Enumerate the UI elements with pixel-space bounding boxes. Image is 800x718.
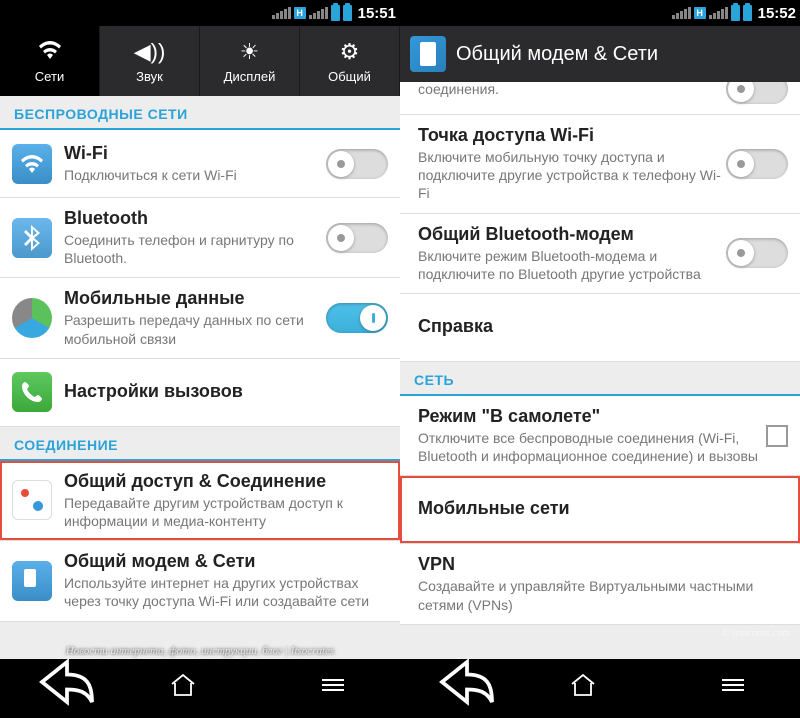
tab-label: Звук bbox=[136, 69, 163, 84]
item-subtitle: Используйте интернет на других устройств… bbox=[64, 574, 388, 610]
navigation-bar bbox=[0, 659, 400, 711]
mobile-data-toggle[interactable] bbox=[326, 303, 388, 333]
tab-sound[interactable]: ◀)) Звук bbox=[100, 26, 200, 96]
hotspot-toggle[interactable] bbox=[726, 149, 788, 179]
settings-tabs: Сети ◀)) Звук ☀ Дисплей ⚙ Общий bbox=[0, 26, 400, 96]
brightness-icon: ☀ bbox=[240, 39, 260, 65]
signal-icon-2 bbox=[309, 8, 328, 19]
item-subtitle: Включите режим Bluetooth-модема и подклю… bbox=[418, 247, 726, 283]
tab-label: Сети bbox=[35, 69, 64, 84]
status-time: 15:51 bbox=[358, 5, 396, 22]
tab-label: Общий bbox=[328, 69, 371, 84]
settings-list[interactable]: БЕСПРОВОДНЫЕ СЕТИ Wi-Fi Подключиться к с… bbox=[0, 96, 400, 659]
item-bt-modem[interactable]: Общий Bluetooth-модем Включите режим Blu… bbox=[400, 214, 800, 294]
airplane-checkbox[interactable] bbox=[766, 425, 788, 447]
tab-display[interactable]: ☀ Дисплей bbox=[200, 26, 300, 96]
network-h-icon: H bbox=[294, 7, 306, 19]
wifi-icon bbox=[12, 144, 52, 184]
phone-icon bbox=[12, 372, 52, 412]
home-button[interactable] bbox=[170, 672, 230, 698]
item-title: Режим "В самолете" bbox=[418, 406, 766, 427]
item-subtitle: соединения. bbox=[418, 82, 726, 98]
signal-icon bbox=[672, 8, 691, 19]
item-airplane-mode[interactable]: Режим "В самолете" Отключите все беспров… bbox=[400, 396, 800, 476]
bluetooth-toggle[interactable] bbox=[326, 223, 388, 253]
item-subtitle: Отключите все беспроводные соединения (W… bbox=[418, 429, 766, 465]
item-title: VPN bbox=[418, 554, 788, 575]
status-time: 15:52 bbox=[758, 5, 796, 22]
bluetooth-icon bbox=[12, 218, 52, 258]
usb-toggle[interactable] bbox=[726, 82, 788, 104]
signal-icon bbox=[272, 8, 291, 19]
item-title: Настройки вызовов bbox=[64, 381, 388, 402]
back-button[interactable] bbox=[37, 652, 97, 718]
item-title: Общий модем & Сети bbox=[64, 551, 388, 572]
item-subtitle: Создавайте и управляйте Виртуальными час… bbox=[418, 577, 788, 613]
home-button[interactable] bbox=[570, 672, 630, 698]
item-title: Точка доступа Wi-Fi bbox=[418, 125, 726, 146]
watermark: Новости интернета, фото, инструкции, бло… bbox=[0, 645, 400, 657]
item-title: Мобильные данные bbox=[64, 288, 326, 309]
back-button[interactable] bbox=[437, 652, 497, 718]
tab-networks[interactable]: Сети bbox=[0, 26, 100, 96]
share-icon bbox=[12, 480, 52, 520]
item-share-connect[interactable]: Общий доступ & Соединение Передавайте др… bbox=[0, 461, 400, 541]
screen-header: Общий модем & Сети bbox=[400, 26, 800, 82]
item-mobile-data[interactable]: Мобильные данные Разрешить передачу данн… bbox=[0, 278, 400, 358]
section-connection: СОЕДИНЕНИЕ bbox=[0, 427, 400, 461]
tab-general[interactable]: ⚙ Общий bbox=[300, 26, 400, 96]
tethering-icon bbox=[12, 561, 52, 601]
signal-icon-2 bbox=[709, 8, 728, 19]
item-wifi[interactable]: Wi-Fi Подключиться к сети Wi-Fi bbox=[0, 130, 400, 198]
menu-button[interactable] bbox=[703, 679, 763, 691]
status-bar: H 15:52 bbox=[400, 0, 800, 26]
item-title: Bluetooth bbox=[64, 208, 326, 229]
settings-list[interactable]: соединения. Точка доступа Wi-Fi Включите… bbox=[400, 82, 800, 659]
watermark-copyright: © itsocrates.com bbox=[722, 628, 790, 639]
item-wifi-hotspot[interactable]: Точка доступа Wi-Fi Включите мобильную т… bbox=[400, 115, 800, 214]
network-h-icon: H bbox=[694, 7, 706, 19]
bt-modem-toggle[interactable] bbox=[726, 238, 788, 268]
item-vpn[interactable]: VPN Создавайте и управляйте Виртуальными… bbox=[400, 544, 800, 624]
item-title: Общий доступ & Соединение bbox=[64, 471, 388, 492]
item-usb-tether-cut[interactable]: соединения. bbox=[400, 82, 800, 115]
item-call-settings[interactable]: Настройки вызовов bbox=[0, 359, 400, 427]
section-wireless: БЕСПРОВОДНЫЕ СЕТИ bbox=[0, 96, 400, 130]
battery-icon-2 bbox=[743, 5, 752, 21]
item-title: Общий Bluetooth-модем bbox=[418, 224, 726, 245]
item-title: Справка bbox=[418, 316, 788, 337]
tethering-icon bbox=[410, 36, 446, 72]
battery-icon bbox=[331, 5, 340, 21]
item-help[interactable]: Справка bbox=[400, 294, 800, 362]
battery-icon-2 bbox=[343, 5, 352, 21]
wifi-icon bbox=[38, 39, 62, 65]
navigation-bar bbox=[400, 659, 800, 711]
tab-label: Дисплей bbox=[224, 69, 276, 84]
menu-button[interactable] bbox=[303, 679, 363, 691]
item-subtitle: Подключиться к сети Wi-Fi bbox=[64, 166, 326, 184]
item-mobile-networks[interactable]: Мобильные сети bbox=[400, 476, 800, 544]
item-subtitle: Разрешить передачу данных по сети мобиль… bbox=[64, 311, 326, 347]
item-subtitle: Включите мобильную точку доступа и подкл… bbox=[418, 148, 726, 203]
item-tethering[interactable]: Общий модем & Сети Используйте интернет … bbox=[0, 541, 400, 621]
screenshot-right: H 15:52 Общий модем & Сети соединения. Т… bbox=[400, 0, 800, 711]
battery-icon bbox=[731, 5, 740, 21]
wifi-toggle[interactable] bbox=[326, 149, 388, 179]
status-bar: H 15:51 bbox=[0, 0, 400, 26]
header-title: Общий модем & Сети bbox=[456, 43, 658, 66]
gear-icon: ⚙ bbox=[340, 39, 360, 65]
item-title: Мобильные сети bbox=[418, 498, 788, 519]
item-bluetooth[interactable]: Bluetooth Соединить телефон и гарнитуру … bbox=[0, 198, 400, 278]
section-network: СЕТЬ bbox=[400, 362, 800, 396]
item-subtitle: Передавайте другим устройствам доступ к … bbox=[64, 494, 388, 530]
item-title: Wi-Fi bbox=[64, 143, 326, 164]
item-subtitle: Соединить телефон и гарнитуру по Bluetoo… bbox=[64, 231, 326, 267]
screenshot-left: H 15:51 Сети ◀)) Звук ☀ Дисплей ⚙ Общий … bbox=[0, 0, 400, 711]
data-usage-icon bbox=[12, 298, 52, 338]
sound-icon: ◀)) bbox=[134, 39, 166, 65]
